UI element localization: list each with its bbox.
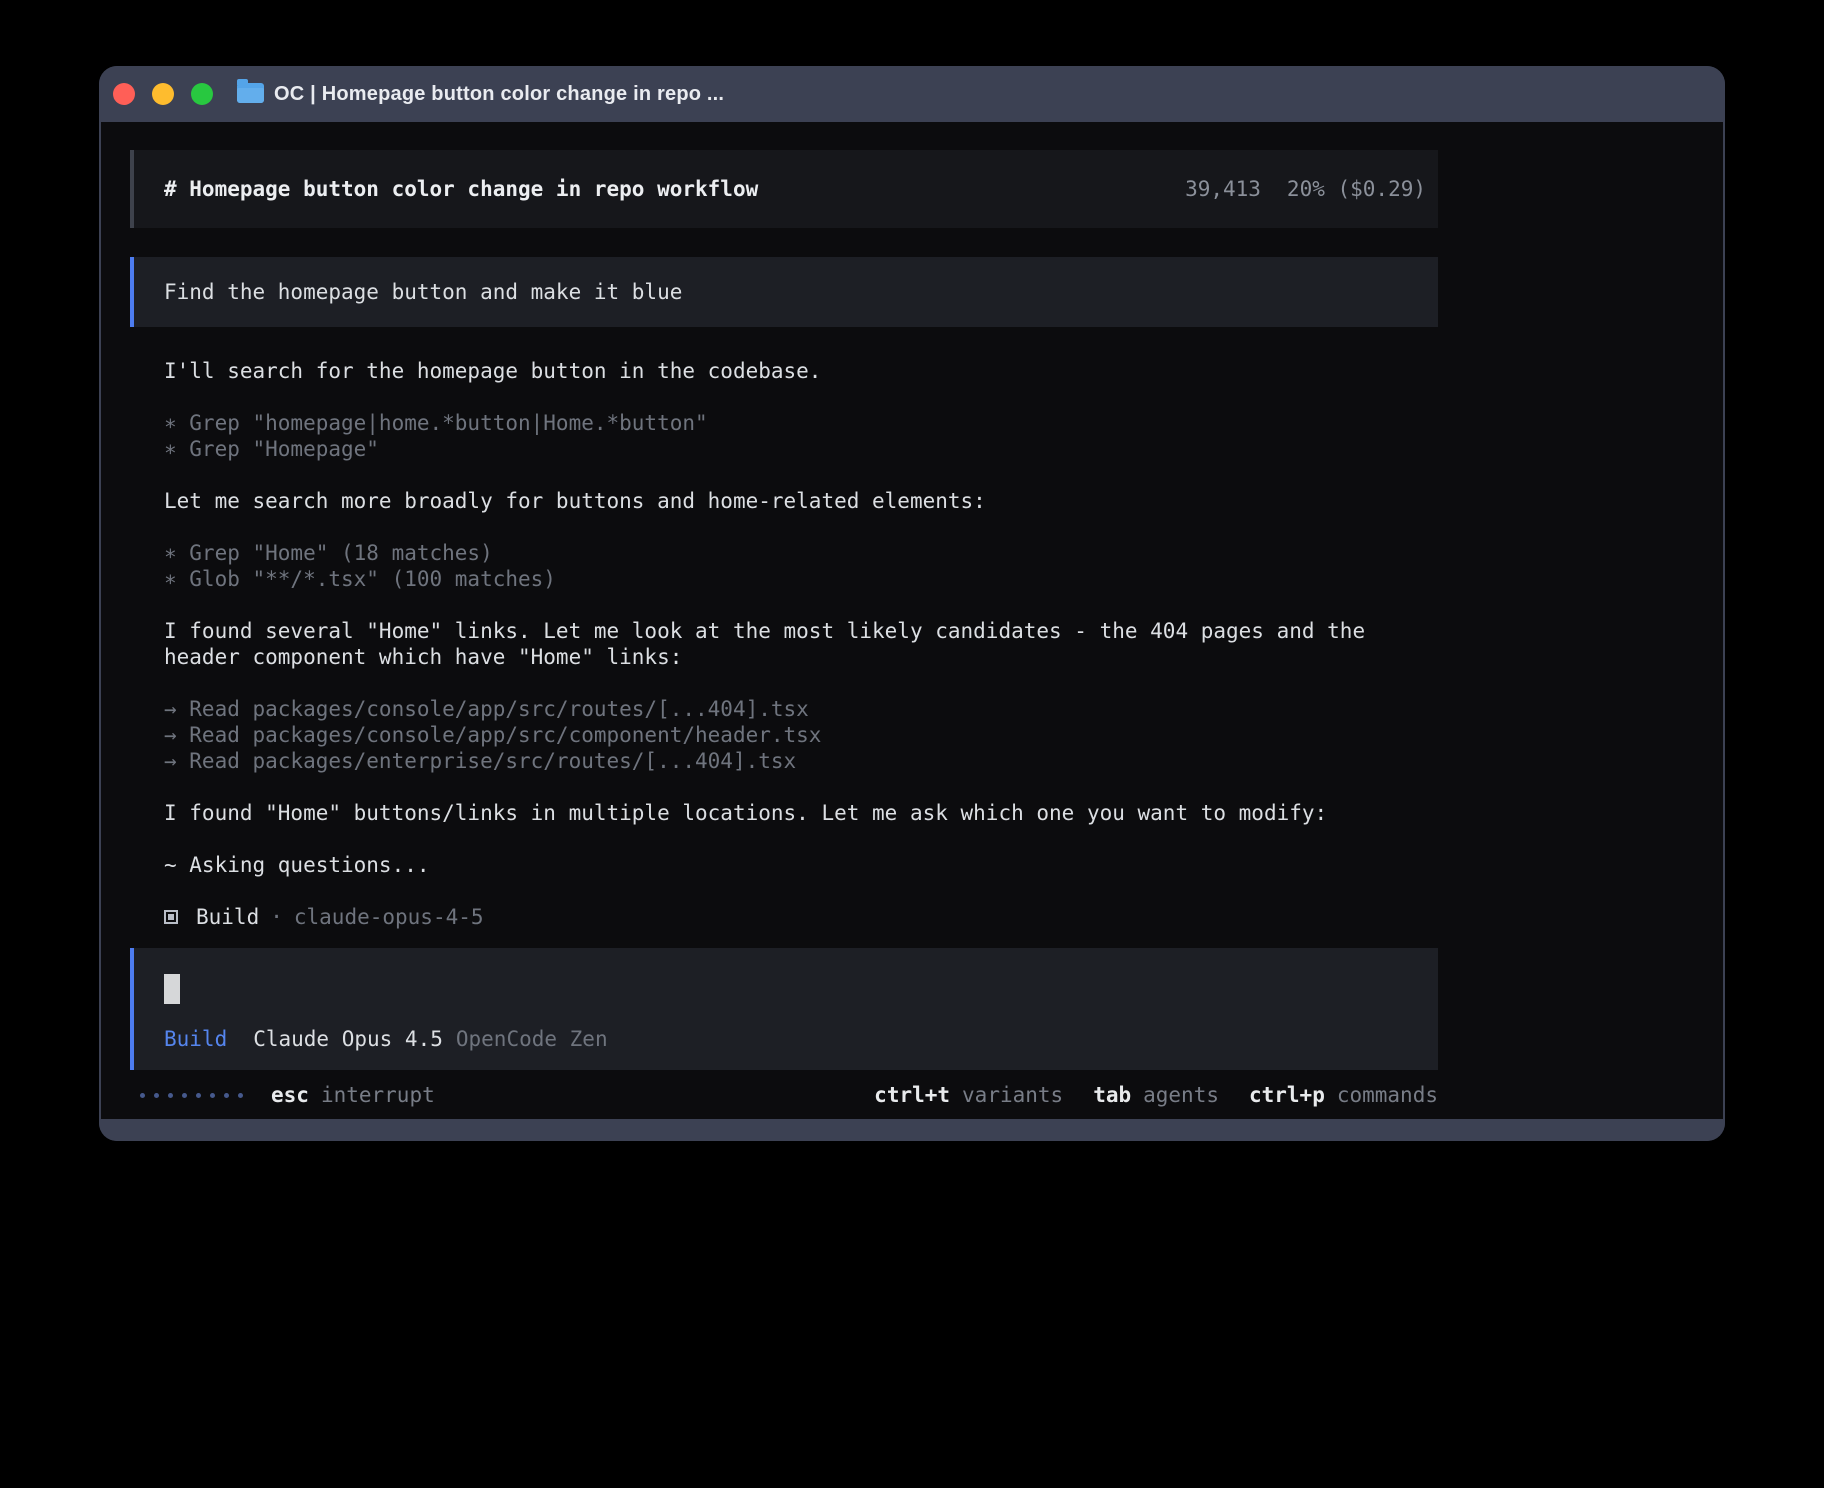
tool-call-grep: ∗ Grep "Homepage"	[164, 436, 1438, 462]
shortcut-key: tab	[1093, 1083, 1131, 1107]
shortcut-label: commands	[1337, 1083, 1438, 1107]
agent-model: claude-opus-4-5	[294, 904, 484, 930]
esc-key-label: interrupt	[321, 1083, 435, 1107]
tool-call-read: → Read packages/enterprise/src/routes/[.…	[164, 748, 1438, 774]
minimize-button[interactable]	[152, 83, 174, 105]
agent-separator: ·	[270, 904, 283, 930]
terminal-content: # Homepage button color change in repo w…	[130, 150, 1438, 1108]
agent-icon	[164, 910, 178, 924]
status-bar: esc interrupt ctrl+t variants tab agents…	[130, 1082, 1438, 1108]
session-title: # Homepage button color change in repo w…	[164, 177, 758, 201]
token-count: 39,413	[1185, 177, 1261, 201]
tool-call-read: → Read packages/console/app/src/routes/[…	[164, 696, 1438, 722]
window-bottom-frame	[99, 1119, 1725, 1141]
tool-call-glob: ∗ Glob "**/*.tsx" (100 matches)	[164, 566, 1438, 592]
user-message-text: Find the homepage button and make it blu…	[164, 280, 682, 304]
tool-call-read: → Read packages/console/app/src/componen…	[164, 722, 1438, 748]
zoom-button[interactable]	[191, 83, 213, 105]
transcript: I'll search for the homepage button in t…	[130, 358, 1438, 930]
input-model: Claude Opus 4.5	[253, 1026, 443, 1052]
terminal-screen: # Homepage button color change in repo w…	[101, 122, 1723, 1119]
session-header: # Homepage button color change in repo w…	[130, 150, 1438, 228]
user-message: Find the homepage button and make it blu…	[130, 257, 1438, 327]
context-cost: 20% ($0.29)	[1287, 177, 1426, 201]
shortcut-key: ctrl+p	[1249, 1083, 1325, 1107]
assistant-text: Let me search more broadly for buttons a…	[164, 488, 1438, 514]
shortcut-label: variants	[962, 1083, 1063, 1107]
esc-key-hint: esc	[271, 1083, 309, 1107]
input-model-row: Build Claude Opus 4.5 OpenCode Zen	[164, 1026, 1438, 1052]
assistant-text: I found several "Home" links. Let me loo…	[164, 618, 1438, 670]
tool-call-grep: ∗ Grep "Home" (18 matches)	[164, 540, 1438, 566]
shortcut-variants: ctrl+t variants	[874, 1083, 1063, 1107]
session-stats: 39,413 20% ($0.29)	[1185, 177, 1426, 201]
prompt-input[interactable]: Build Claude Opus 4.5 OpenCode Zen	[130, 948, 1438, 1070]
traffic-lights	[113, 83, 213, 105]
input-mode: Build	[164, 1026, 227, 1052]
folder-icon	[237, 83, 264, 103]
shortcut-key: ctrl+t	[874, 1083, 950, 1107]
tool-call-grep: ∗ Grep "homepage|home.*button|Home.*butt…	[164, 410, 1438, 436]
agent-line: Build · claude-opus-4-5	[164, 904, 1438, 930]
input-provider: OpenCode Zen	[456, 1026, 608, 1052]
shortcut-commands: ctrl+p commands	[1249, 1083, 1438, 1107]
spinner-dots-icon	[140, 1093, 243, 1098]
assistant-text: I found "Home" buttons/links in multiple…	[164, 800, 1438, 826]
agent-name: Build	[196, 904, 259, 930]
shortcut-label: agents	[1143, 1083, 1219, 1107]
close-button[interactable]	[113, 83, 135, 105]
titlebar[interactable]: OC | Homepage button color change in rep…	[99, 66, 1725, 122]
assistant-text: I'll search for the homepage button in t…	[164, 358, 1438, 384]
shortcut-agents: tab agents	[1093, 1083, 1219, 1107]
window-title: OC | Homepage button color change in rep…	[274, 83, 724, 106]
terminal-window: OC | Homepage button color change in rep…	[99, 66, 1725, 1141]
status-shortcuts: ctrl+t variants tab agents ctrl+p comman…	[874, 1083, 1438, 1107]
assistant-status: ~ Asking questions...	[164, 852, 1438, 878]
text-cursor	[164, 974, 180, 1004]
